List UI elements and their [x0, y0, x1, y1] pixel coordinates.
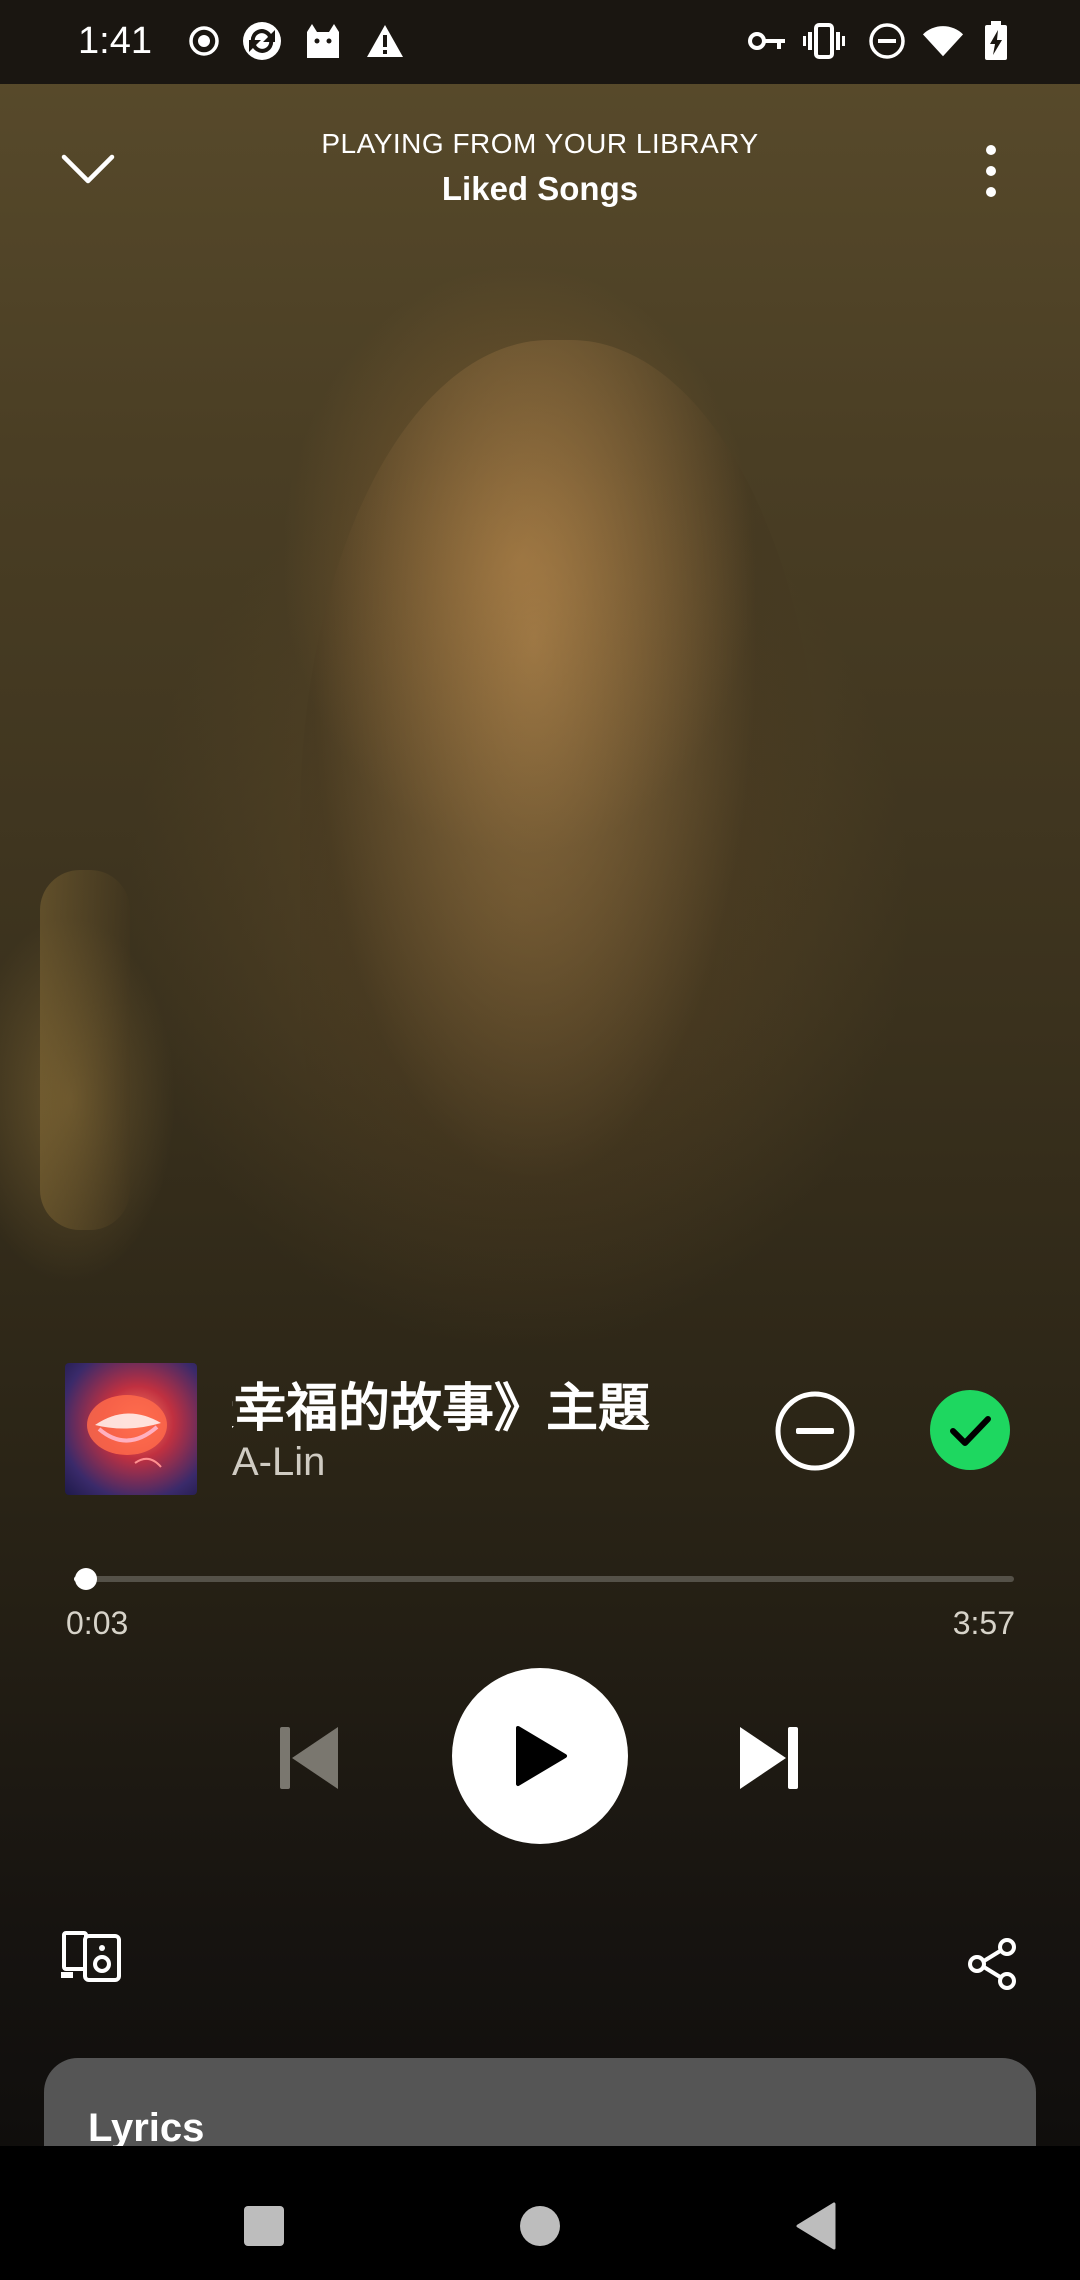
status-time: 1:41	[78, 20, 152, 62]
share-button[interactable]	[960, 1932, 1024, 1996]
album-art[interactable]	[65, 1363, 197, 1495]
skip-next-icon	[740, 1727, 798, 1789]
square-icon	[244, 2206, 284, 2246]
circle-icon	[520, 2206, 560, 2246]
next-button[interactable]	[728, 1718, 808, 1798]
album-art-image	[87, 1395, 167, 1468]
track-title[interactable]: 《最幸福的故事》主題曲	[232, 1366, 652, 1441]
background-artwork	[300, 340, 820, 1340]
progress-bar[interactable]	[74, 1576, 1014, 1582]
vpn-key-icon	[746, 20, 788, 62]
play-icon	[516, 1726, 567, 1786]
connect-device-button[interactable]	[56, 1924, 128, 1988]
track-artist[interactable]: A-Lin	[232, 1440, 325, 1485]
triangle-back-icon	[796, 2202, 836, 2250]
do-not-disturb-icon	[866, 20, 908, 62]
lyrics-title: Lyrics	[88, 2106, 205, 2150]
context-label: PLAYING FROM YOUR LIBRARY	[321, 128, 759, 159]
warning-icon	[364, 20, 406, 62]
track-title-text: 《最幸福的故事》主題曲	[232, 1380, 652, 1438]
more-options-button[interactable]	[966, 138, 1016, 204]
status-bar: 1:41	[0, 0, 1080, 84]
record-icon	[183, 20, 225, 62]
sync-app-icon	[241, 20, 283, 62]
skip-previous-icon	[280, 1727, 338, 1789]
background-microphone	[40, 870, 130, 1230]
hide-song-button[interactable]	[772, 1388, 858, 1474]
liked-button[interactable]	[928, 1388, 1012, 1472]
recents-button[interactable]	[222, 2184, 306, 2268]
progress-thumb[interactable]	[75, 1568, 98, 1590]
devices-icon	[61, 1931, 121, 1982]
context-title[interactable]: Liked Songs	[0, 170, 1080, 208]
home-button[interactable]	[498, 2184, 582, 2268]
wifi-icon	[922, 20, 964, 62]
share-icon	[968, 1938, 1016, 1990]
previous-button[interactable]	[270, 1718, 350, 1798]
minus-circle-icon	[775, 1391, 855, 1471]
elapsed-time: 0:03	[66, 1605, 129, 1641]
navigation-bar	[0, 2146, 1080, 2280]
vibrate-icon	[803, 20, 845, 62]
now-playing-screen: 1:41 PLAYING FROM YOUR LIBRARY Liked Son…	[0, 0, 1080, 2280]
check-circle-icon	[930, 1390, 1010, 1470]
battery-charging-icon	[975, 20, 1017, 62]
total-time: 3:57	[952, 1605, 1015, 1641]
more-vertical-icon	[986, 145, 996, 197]
back-button[interactable]	[774, 2184, 858, 2268]
cat-app-icon	[302, 20, 344, 62]
play-button[interactable]	[452, 1668, 628, 1844]
